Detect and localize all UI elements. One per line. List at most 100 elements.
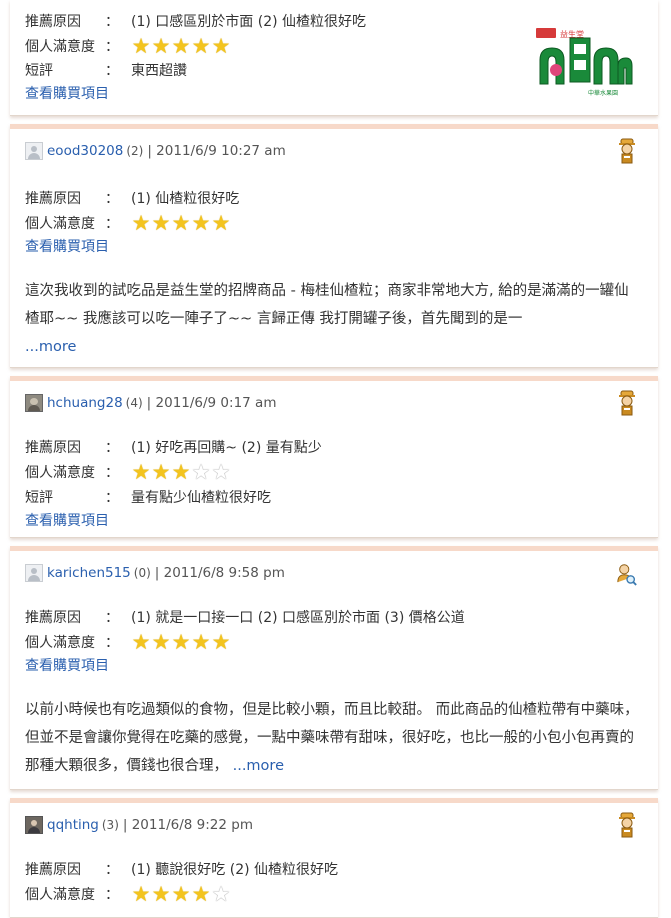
reason-label: 推薦原因: [25, 610, 81, 626]
star-filled-icon: ★: [191, 210, 211, 235]
review-count: (0): [133, 566, 151, 580]
avatar[interactable]: [25, 564, 43, 582]
logo-caption: 中華水果園: [588, 89, 618, 97]
newbie-search-icon: [617, 564, 637, 586]
review-body: 這次我收到的試吃品是益生堂的招牌商品 - 梅桂仙楂粒；商家非常地大方, 給的是滿…: [25, 277, 643, 361]
view-purchase-link[interactable]: 查看購買項目: [25, 236, 109, 258]
star-filled-icon: ★: [131, 459, 151, 484]
reason-value: (1) 仙楂粒很好吃: [131, 191, 240, 207]
star-filled-icon: ★: [151, 459, 171, 484]
satisfaction-row: 個人滿意度 ： ★ ★ ★ ★ ★: [25, 461, 231, 483]
star-filled-icon: ★: [171, 459, 191, 484]
satisfaction-label: 個人滿意度: [25, 216, 95, 232]
satisfaction-label: 個人滿意度: [25, 887, 95, 903]
review-card: hchuang28 (4) | 2011/6/9 0:17 am 推薦原因 ： …: [10, 376, 658, 538]
colon: ：: [105, 862, 119, 878]
worker-badge-icon: [619, 812, 635, 838]
username-link[interactable]: karichen515: [47, 565, 131, 581]
review-header: eood30208 (2) | 2011/6/9 10:27 am: [25, 141, 286, 161]
star-filled-icon: ★: [191, 33, 211, 58]
review-text: 以前小時候也有吃過類似的食物，但是比較小顆，而且比較甜。 而此商品的仙楂粒帶有中…: [25, 702, 639, 774]
review-count: (4): [125, 396, 143, 410]
reason-label: 推薦原因: [25, 14, 81, 30]
satisfaction-row: 個人滿意度 ： ★ ★ ★ ★ ★: [25, 631, 231, 653]
short-review-label: 短評: [25, 63, 53, 79]
review-header: hchuang28 (4) | 2011/6/9 0:17 am: [25, 393, 276, 413]
reason-row: 推薦原因 ： (1) 仙楂粒很好吃: [25, 187, 239, 209]
colon: ：: [105, 191, 119, 207]
star-rating: ★ ★ ★ ★ ★: [131, 881, 231, 906]
star-rating: ★ ★ ★ ★ ★: [131, 33, 231, 58]
star-filled-icon: ★: [211, 210, 231, 235]
star-rating: ★ ★ ★ ★ ★: [131, 459, 231, 484]
reason-value: (1) 就是一口接一口 (2) 口感區別於市面 (3) 價格公道: [131, 610, 465, 626]
colon: ：: [105, 610, 119, 626]
reason-row: 推薦原因 ： (1) 就是一口接一口 (2) 口感區別於市面 (3) 價格公道: [25, 606, 465, 628]
username-link[interactable]: hchuang28: [47, 395, 123, 411]
star-filled-icon: ★: [131, 629, 151, 654]
reason-row: 推薦原因 ： (1) 口感區別於市面 (2) 仙楂粒很好吃: [25, 10, 366, 32]
more-link[interactable]: ...more: [25, 339, 76, 355]
view-purchase-link[interactable]: 查看購買項目: [25, 655, 109, 677]
view-purchase-link[interactable]: 查看購買項目: [25, 510, 109, 532]
star-filled-icon: ★: [131, 881, 151, 906]
star-filled-icon: ★: [171, 629, 191, 654]
worker-badge-icon: [619, 390, 635, 416]
satisfaction-label: 個人滿意度: [25, 39, 95, 55]
reason-value: (1) 好吃再回購~ (2) 量有點少: [131, 440, 322, 456]
star-filled-icon: ★: [171, 33, 191, 58]
star-filled-icon: ★: [151, 629, 171, 654]
star-empty-icon: ★: [191, 459, 211, 484]
review-count: (2): [126, 144, 144, 158]
review-card: 推薦原因 ： (1) 口感區別於市面 (2) 仙楂粒很好吃 個人滿意度 ： ★ ★…: [10, 0, 658, 116]
avatar[interactable]: [25, 394, 43, 412]
review-count: (3): [101, 818, 119, 832]
short-review-value: 量有點少仙楂粒很好吃: [131, 490, 271, 506]
satisfaction-row: 個人滿意度 ： ★ ★ ★ ★ ★: [25, 883, 231, 905]
review-card: eood30208 (2) | 2011/6/9 10:27 am 推薦原因 ：…: [10, 124, 658, 368]
star-filled-icon: ★: [211, 33, 231, 58]
star-rating: ★ ★ ★ ★ ★: [131, 629, 231, 654]
review-date: | 2011/6/8 9:58 pm: [154, 565, 285, 581]
satisfaction-row: 個人滿意度 ： ★ ★ ★ ★ ★: [25, 212, 231, 234]
reason-label: 推薦原因: [25, 440, 81, 456]
star-filled-icon: ★: [151, 210, 171, 235]
reason-label: 推薦原因: [25, 862, 81, 878]
short-review-row: 短評 ： 東西超讚: [25, 59, 187, 81]
review-header: karichen515 (0) | 2011/6/8 9:58 pm: [25, 563, 285, 583]
short-review-row: 短評 ： 量有點少仙楂粒很好吃: [25, 486, 271, 508]
review-header: qqhting (3) | 2011/6/8 9:22 pm: [25, 815, 253, 835]
short-review-value: 東西超讚: [131, 63, 187, 79]
review-card: qqhting (3) | 2011/6/8 9:22 pm 推薦原因 ： (1…: [10, 798, 658, 918]
star-filled-icon: ★: [151, 33, 171, 58]
star-filled-icon: ★: [211, 629, 231, 654]
colon: ：: [105, 14, 119, 30]
reason-row: 推薦原因 ： (1) 聽說很好吃 (2) 仙楂粒很好吃: [25, 858, 338, 880]
star-filled-icon: ★: [151, 881, 171, 906]
star-filled-icon: ★: [171, 881, 191, 906]
colon: ：: [105, 440, 119, 456]
view-purchase-link[interactable]: 查看購買項目: [25, 83, 109, 105]
star-filled-icon: ★: [131, 33, 151, 58]
reason-value: (1) 口感區別於市面 (2) 仙楂粒很好吃: [131, 14, 367, 30]
star-filled-icon: ★: [191, 629, 211, 654]
avatar[interactable]: [25, 142, 43, 160]
review-text: 這次我收到的試吃品是益生堂的招牌商品 - 梅桂仙楂粒；商家非常地大方, 給的是滿…: [25, 283, 629, 327]
worker-badge-icon: [619, 138, 635, 164]
avatar[interactable]: [25, 816, 43, 834]
colon: ：: [105, 887, 119, 903]
satisfaction-row: 個人滿意度 ： ★ ★ ★ ★ ★: [25, 35, 231, 57]
star-filled-icon: ★: [191, 881, 211, 906]
more-link[interactable]: ...more: [233, 758, 284, 774]
username-link[interactable]: eood30208: [47, 143, 123, 159]
colon: ：: [105, 635, 119, 651]
username-link[interactable]: qqhting: [47, 817, 99, 833]
shop-logo: 益生堂 中華水果園: [536, 28, 633, 97]
review-body: 以前小時候也有吃過類似的食物，但是比較小顆，而且比較甜。 而此商品的仙楂粒帶有中…: [25, 696, 643, 780]
star-rating: ★ ★ ★ ★ ★: [131, 210, 231, 235]
star-filled-icon: ★: [171, 210, 191, 235]
satisfaction-label: 個人滿意度: [25, 465, 95, 481]
star-empty-icon: ★: [211, 459, 231, 484]
colon: ：: [105, 63, 119, 79]
colon: ：: [105, 216, 119, 232]
